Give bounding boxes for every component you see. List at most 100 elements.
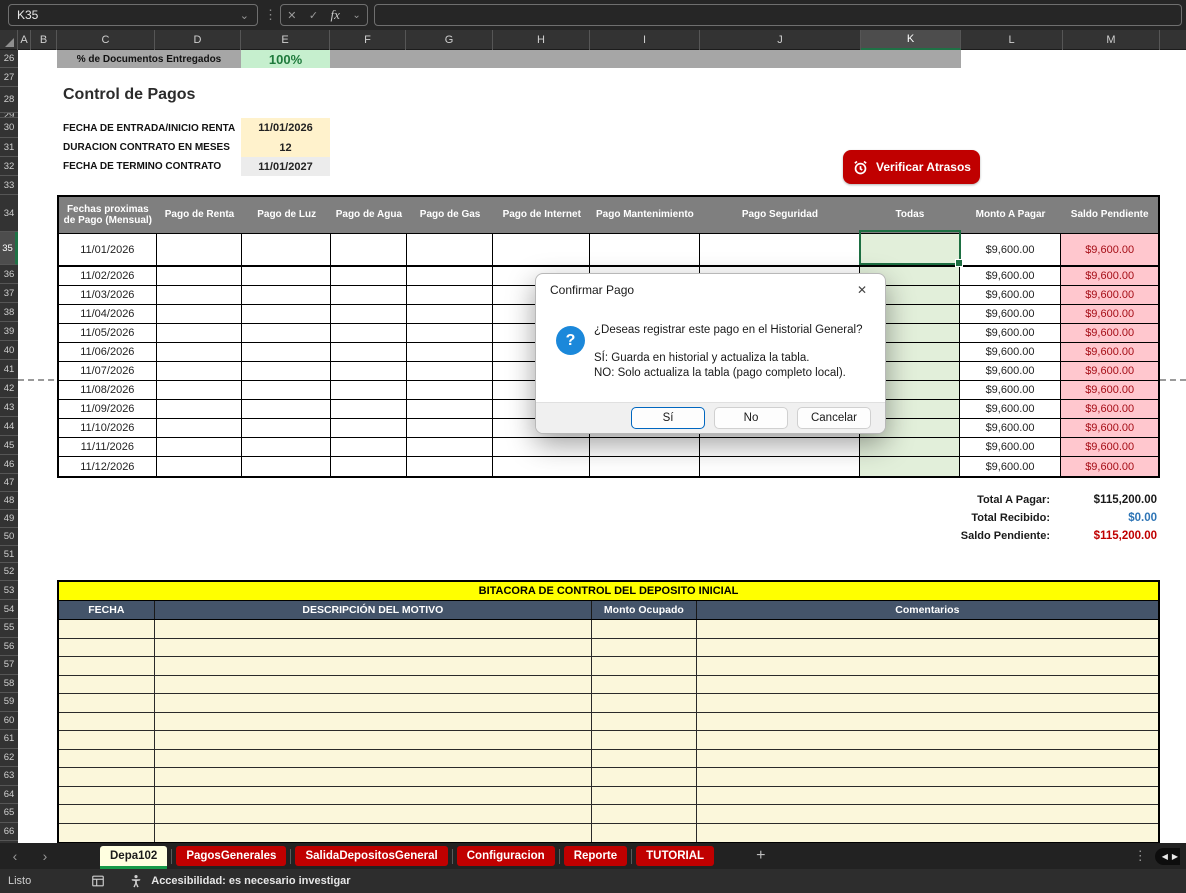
saldo-pendiente-cell[interactable]: $9,600.00 <box>1061 305 1158 323</box>
payment-empty-cell[interactable] <box>407 400 494 418</box>
row-header-50[interactable]: 50 <box>0 528 18 546</box>
sheet-tab-Configuracion[interactable]: Configuracion <box>457 846 555 866</box>
deposit-log-cell[interactable] <box>155 657 592 675</box>
deposit-log-cell[interactable] <box>155 824 592 843</box>
row-header-45[interactable]: 45 <box>0 436 18 455</box>
contract-start-value[interactable]: 11/01/2026 <box>241 118 330 138</box>
monto-a-pagar-cell[interactable]: $9,600.00 <box>960 381 1062 399</box>
deposit-log-cell[interactable] <box>697 620 1158 638</box>
saldo-pendiente-cell[interactable]: $9,600.00 <box>1061 267 1158 285</box>
payment-empty-cell[interactable] <box>242 305 331 323</box>
column-header-I[interactable]: I <box>590 30 700 50</box>
deposit-log-cell[interactable] <box>155 750 592 768</box>
saldo-pendiente-cell[interactable]: $9,600.00 <box>1061 234 1158 265</box>
payment-empty-cell[interactable] <box>157 362 243 380</box>
row-header-61[interactable]: 61 <box>0 730 18 749</box>
saldo-pendiente-cell[interactable]: $9,600.00 <box>1061 362 1158 380</box>
deposit-log-cell[interactable] <box>155 639 592 657</box>
deposit-log-cell[interactable] <box>697 750 1158 768</box>
deposit-log-cell[interactable] <box>592 713 697 731</box>
row-header-53[interactable]: 53 <box>0 581 18 600</box>
saldo-pendiente-cell[interactable]: $9,600.00 <box>1061 457 1158 476</box>
monto-a-pagar-cell[interactable]: $9,600.00 <box>960 438 1062 456</box>
deposit-log-cell[interactable] <box>592 768 697 786</box>
row-header-37[interactable]: 37 <box>0 284 18 303</box>
confirm-entry-icon[interactable]: ✓ <box>309 9 318 22</box>
name-box[interactable]: K35 ⌄ <box>8 4 258 26</box>
deposit-log-cell[interactable] <box>59 731 155 749</box>
payment-date-cell[interactable]: 11/05/2026 <box>59 324 157 342</box>
row-header-26[interactable]: 26 <box>0 50 18 68</box>
horizontal-scroll-control[interactable]: ◀ ▶ <box>1155 848 1180 865</box>
payment-empty-cell[interactable] <box>242 267 331 285</box>
saldo-pendiente-cell[interactable]: $9,600.00 <box>1061 343 1158 361</box>
payment-date-cell[interactable]: 11/03/2026 <box>59 286 157 304</box>
accessibility-icon[interactable] <box>129 874 143 888</box>
row-header-31[interactable]: 31 <box>0 138 18 157</box>
payment-empty-cell[interactable] <box>157 381 243 399</box>
deposit-log-cell[interactable] <box>155 694 592 712</box>
payment-empty-cell[interactable] <box>331 267 407 285</box>
row-header-59[interactable]: 59 <box>0 693 18 712</box>
deposit-log-cell[interactable] <box>592 805 697 823</box>
column-header-D[interactable]: D <box>155 30 241 50</box>
saldo-pendiente-cell[interactable]: $9,600.00 <box>1061 286 1158 304</box>
deposit-log-cell[interactable] <box>59 768 155 786</box>
no-button[interactable]: No <box>714 407 788 429</box>
row-header-43[interactable]: 43 <box>0 398 18 417</box>
monto-a-pagar-cell[interactable]: $9,600.00 <box>960 457 1062 476</box>
contract-end-value[interactable]: 11/01/2027 <box>241 157 330 176</box>
saldo-pendiente-cell[interactable]: $9,600.00 <box>1061 381 1158 399</box>
deposit-log-cell[interactable] <box>155 731 592 749</box>
payment-empty-cell[interactable] <box>242 457 331 476</box>
row-header-30[interactable]: 30 <box>0 118 18 138</box>
sheet-tab-TUTORIAL[interactable]: TUTORIAL <box>636 846 714 866</box>
macro-record-icon[interactable] <box>91 874 105 888</box>
formula-input[interactable] <box>374 4 1182 26</box>
row-header-36[interactable]: 36 <box>0 265 18 284</box>
deposit-log-cell[interactable] <box>697 824 1158 843</box>
payment-empty-cell[interactable] <box>590 234 700 265</box>
payment-empty-cell[interactable] <box>242 381 331 399</box>
payment-empty-cell[interactable] <box>700 234 860 265</box>
row-header-58[interactable]: 58 <box>0 675 18 694</box>
payment-empty-cell[interactable] <box>590 457 700 476</box>
payment-empty-cell[interactable] <box>407 381 494 399</box>
payment-date-cell[interactable]: 11/02/2026 <box>59 267 157 285</box>
deposit-log-cell[interactable] <box>59 787 155 805</box>
monto-a-pagar-cell[interactable]: $9,600.00 <box>960 324 1062 342</box>
row-header-48[interactable]: 48 <box>0 492 18 510</box>
row-header-38[interactable]: 38 <box>0 303 18 322</box>
payment-empty-cell[interactable] <box>331 324 407 342</box>
payment-empty-cell[interactable] <box>157 234 243 265</box>
payment-empty-cell[interactable] <box>242 419 331 437</box>
monto-a-pagar-cell[interactable]: $9,600.00 <box>960 267 1062 285</box>
deposit-log-cell[interactable] <box>155 768 592 786</box>
deposit-log-cell[interactable] <box>697 787 1158 805</box>
payment-date-cell[interactable]: 11/09/2026 <box>59 400 157 418</box>
payment-empty-cell[interactable] <box>331 305 407 323</box>
tab-nav-left-icon[interactable]: ‹ <box>0 848 30 864</box>
insert-function-icon[interactable]: fx <box>331 7 340 23</box>
row-header-39[interactable]: 39 <box>0 322 18 341</box>
deposit-log-cell[interactable] <box>59 639 155 657</box>
payment-empty-cell[interactable] <box>157 400 243 418</box>
column-header-F[interactable]: F <box>330 30 406 50</box>
row-header-46[interactable]: 46 <box>0 455 18 474</box>
sheet-tab-Reporte[interactable]: Reporte <box>564 846 627 866</box>
payment-date-cell[interactable]: 11/04/2026 <box>59 305 157 323</box>
saldo-pendiente-cell[interactable]: $9,600.00 <box>1061 438 1158 456</box>
payment-empty-cell[interactable] <box>407 362 494 380</box>
monto-a-pagar-cell[interactable]: $9,600.00 <box>960 419 1062 437</box>
payment-date-cell[interactable]: 11/06/2026 <box>59 343 157 361</box>
chevron-down-icon[interactable]: ⌄ <box>352 10 360 21</box>
payment-empty-cell[interactable] <box>407 419 494 437</box>
deposit-log-cell[interactable] <box>59 657 155 675</box>
column-header-A[interactable]: A <box>18 30 31 50</box>
deposit-log-cell[interactable] <box>155 620 592 638</box>
payment-empty-cell[interactable] <box>407 234 494 265</box>
payment-empty-cell[interactable] <box>407 343 494 361</box>
column-header-C[interactable]: C <box>57 30 155 50</box>
payment-empty-cell[interactable] <box>157 305 243 323</box>
row-header-49[interactable]: 49 <box>0 510 18 528</box>
